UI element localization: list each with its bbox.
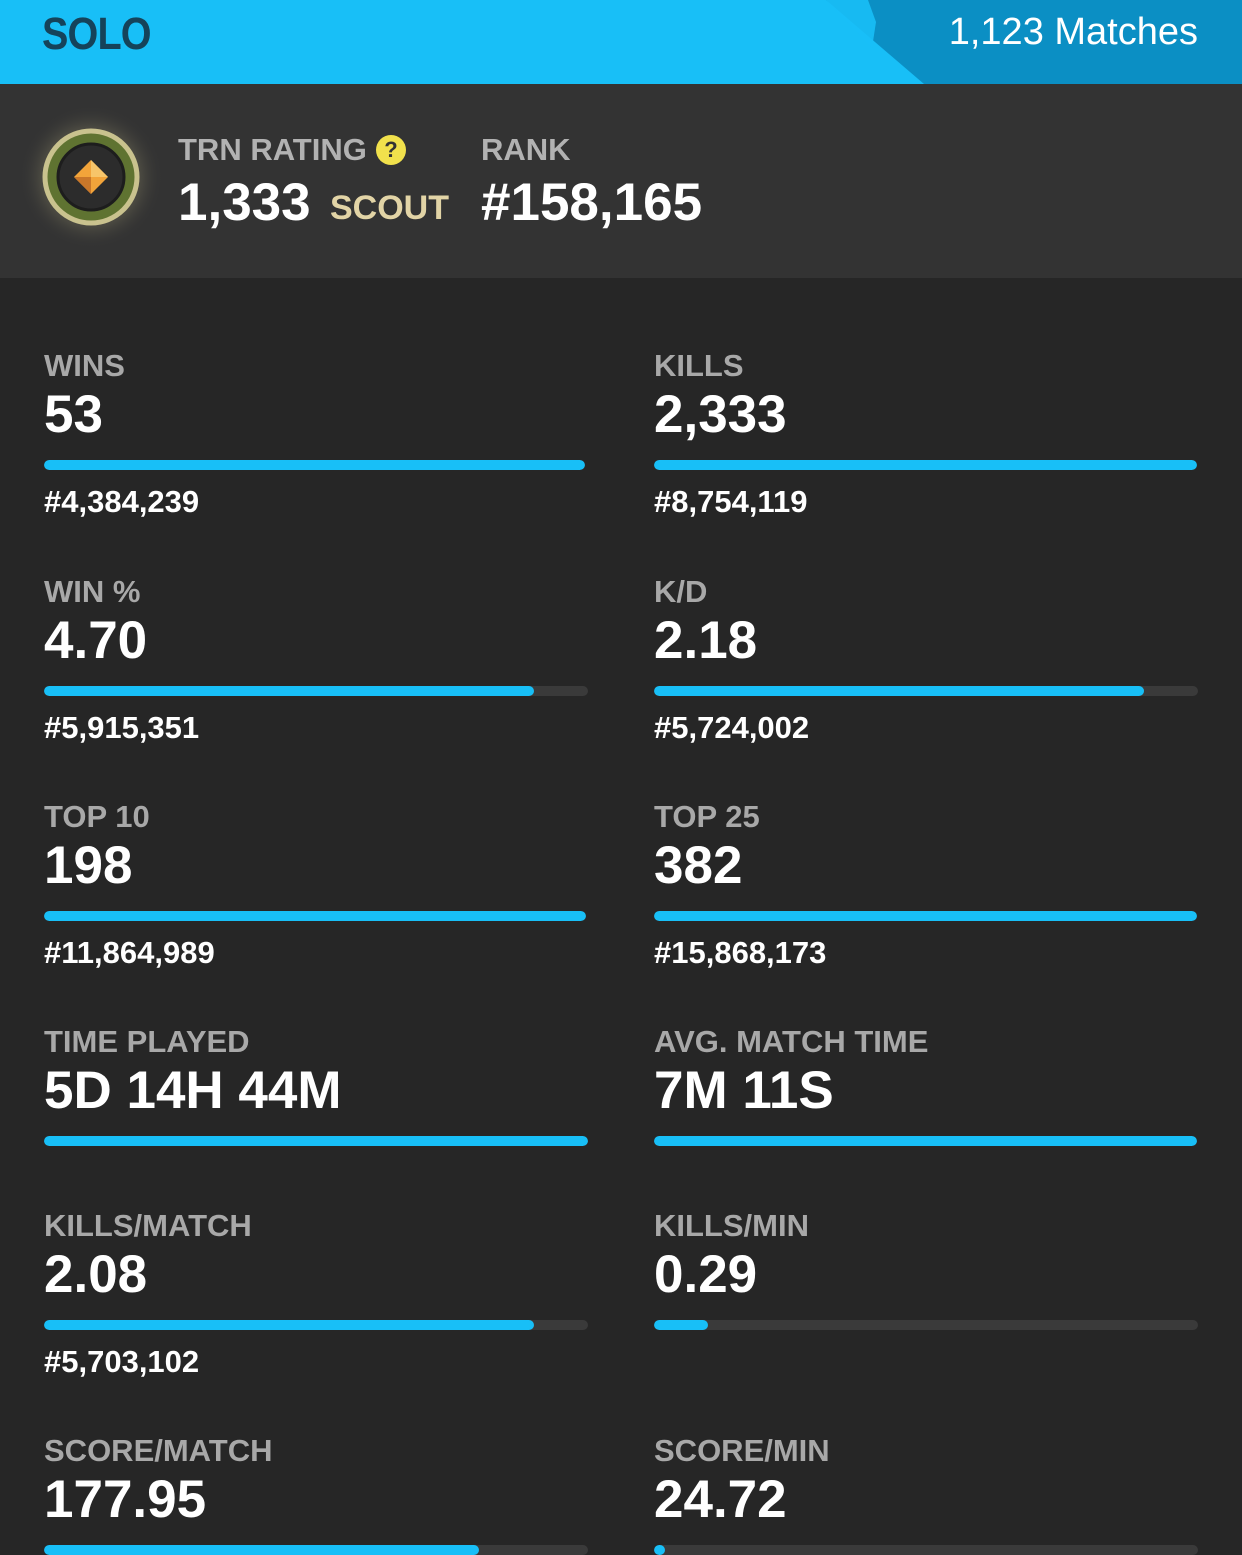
stat-value: 0.29 [654, 1245, 758, 1304]
rank-value: #158,165 [481, 173, 703, 232]
stat-progress-bar [44, 460, 585, 470]
stat-progress-bar [44, 911, 586, 921]
stat-value: 5D 14H 44M [44, 1061, 342, 1120]
stat-rank: #8,754,119 [654, 484, 808, 519]
stat-value: 4.70 [44, 611, 148, 670]
stat-progress-bar [654, 1136, 1197, 1146]
rating-panel: TRN RATING ? 1,333 SCOUT RANK #158,165 [0, 84, 1242, 278]
stat-label: TOP 10 [44, 799, 150, 834]
stat-progress-bar [654, 686, 1198, 696]
stat-label: AVG. MATCH TIME [654, 1024, 929, 1059]
stat-label: SCORE/MATCH [44, 1433, 273, 1468]
rank-label: RANK [481, 132, 571, 167]
stat-progress-bar [654, 1320, 1198, 1330]
stat-value: 24.72 [654, 1470, 787, 1529]
stat-value: 7M 11S [654, 1061, 834, 1120]
stat-value: 198 [44, 836, 133, 895]
stat-label: TIME PLAYED [44, 1024, 250, 1059]
mode-title: SOLO [42, 8, 152, 59]
stat-label: WIN % [44, 574, 141, 609]
stat-rank: #11,864,989 [44, 935, 215, 970]
stat-label: KILLS [654, 348, 744, 383]
stat-label: WINS [44, 348, 125, 383]
question-mark-icon[interactable]: ? [376, 135, 406, 165]
stat-value: 177.95 [44, 1470, 207, 1529]
trn-rating-label: TRN RATING [178, 132, 367, 167]
stat-progress-bar [654, 911, 1197, 921]
stat-label: KILLS/MIN [654, 1208, 809, 1243]
stat-progress-bar [654, 460, 1197, 470]
stat-label: SCORE/MIN [654, 1433, 830, 1468]
stat-rank: #15,868,173 [654, 935, 827, 970]
stat-progress-bar [44, 1320, 588, 1330]
stat-label: K/D [654, 574, 708, 609]
stat-value: 2.18 [654, 611, 758, 670]
matches-count: 1,123 Matches [948, 11, 1198, 53]
stat-progress-bar [44, 686, 588, 696]
rating-badge-icon [19, 105, 163, 249]
stat-rank: #5,703,102 [44, 1344, 200, 1379]
rating-tier: SCOUT [330, 189, 449, 227]
trn-rating-value: 1,333 [178, 173, 311, 232]
stat-value: 2.08 [44, 1245, 148, 1304]
stat-label: KILLS/MATCH [44, 1208, 252, 1243]
stat-rank: #5,915,351 [44, 710, 200, 745]
stat-label: TOP 25 [654, 799, 760, 834]
stat-value: 382 [654, 836, 743, 895]
stat-value: 2,333 [654, 385, 787, 444]
mode-header: SOLO 1,123 Matches [0, 0, 1242, 84]
stat-rank: #4,384,239 [44, 484, 200, 519]
stat-value: 53 [44, 385, 103, 444]
stat-progress-bar [44, 1136, 588, 1146]
stat-rank: #5,724,002 [654, 710, 810, 745]
